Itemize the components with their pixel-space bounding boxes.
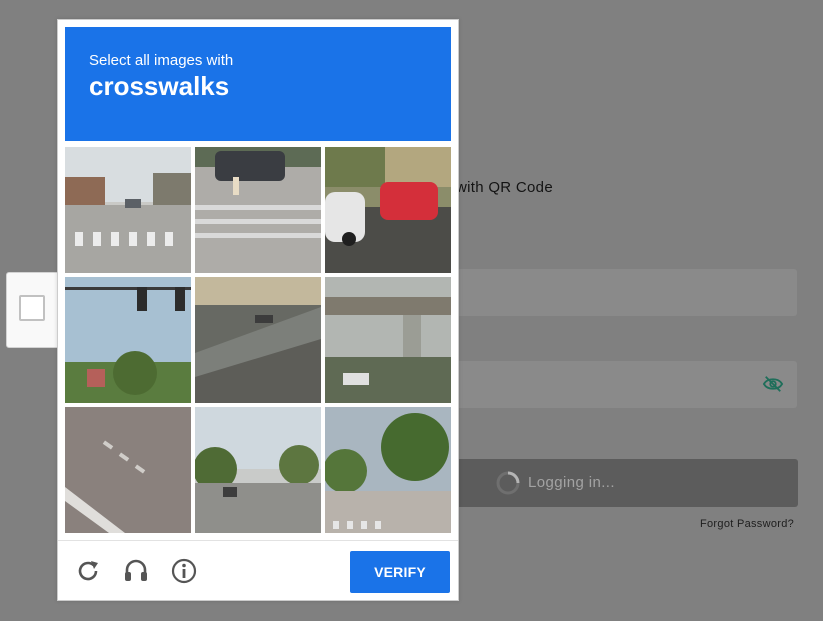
captcha-challenge: Select all images with crosswalks VERIFY xyxy=(57,19,459,601)
captcha-tile-3[interactable] xyxy=(325,147,451,273)
captcha-prompt: Select all images with xyxy=(89,52,234,69)
captcha-tile-9[interactable] xyxy=(325,407,451,533)
captcha-target-object: crosswalks xyxy=(89,71,230,101)
captcha-tile-1[interactable] xyxy=(65,147,191,273)
captcha-footer: VERIFY xyxy=(58,540,458,602)
forgot-password-link[interactable]: Forgot Password? xyxy=(700,518,794,530)
captcha-tile-2[interactable] xyxy=(195,147,321,273)
captcha-image-grid xyxy=(65,147,451,533)
reload-icon[interactable] xyxy=(74,557,102,585)
eye-slash-icon[interactable] xyxy=(762,374,784,394)
captcha-tile-5[interactable] xyxy=(195,277,321,403)
info-icon[interactable] xyxy=(170,557,198,585)
login-button-label: Logging in... xyxy=(528,474,615,491)
verify-button[interactable]: VERIFY xyxy=(350,551,450,593)
audio-icon[interactable] xyxy=(122,557,150,585)
captcha-tile-7[interactable] xyxy=(65,407,191,533)
username-field[interactable] xyxy=(432,269,797,316)
captcha-tile-8[interactable] xyxy=(195,407,321,533)
spinner-icon xyxy=(496,471,520,495)
login-button[interactable] xyxy=(432,459,798,507)
captcha-tile-6[interactable] xyxy=(325,277,451,403)
recaptcha-checkbox[interactable] xyxy=(19,295,45,321)
recaptcha-anchor xyxy=(6,272,62,348)
login-with-qr-text[interactable]: with QR Code xyxy=(456,179,553,196)
captcha-tile-4[interactable] xyxy=(65,277,191,403)
password-field[interactable] xyxy=(432,361,797,408)
captcha-header: Select all images with crosswalks xyxy=(65,27,451,141)
